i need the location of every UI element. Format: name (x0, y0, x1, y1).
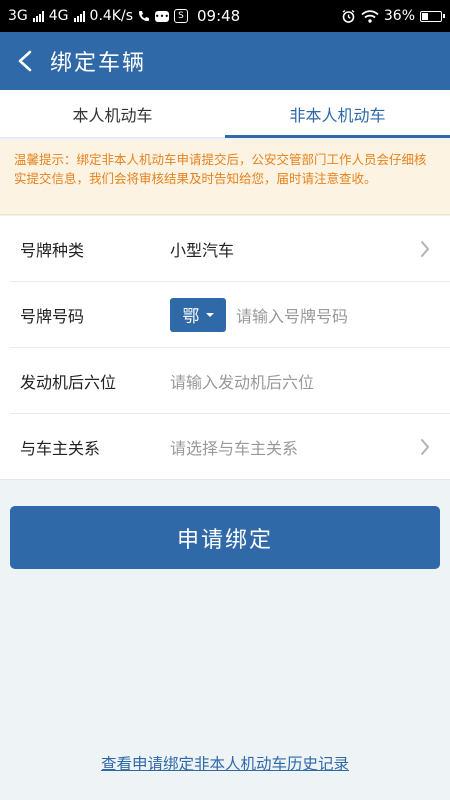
battery-icon (420, 10, 445, 22)
chevron-right-icon (420, 240, 430, 258)
province-value: 鄂 (182, 307, 200, 327)
caret-down-icon (205, 312, 214, 317)
plate-number-row: 号牌号码 鄂 请输入号牌号码 (10, 282, 450, 348)
back-button[interactable] (0, 32, 50, 90)
relation-select: 请选择与车主关系 (170, 438, 299, 458)
engine-label: 发动机后六位 (20, 372, 117, 392)
message-icon: ••• (154, 10, 170, 22)
plate-type-label: 号牌种类 (20, 240, 85, 260)
history-record-link[interactable]: 查看申请绑定非本人机动车历史记录 (0, 752, 450, 774)
phone-icon (138, 10, 150, 22)
status-time: 09:48 (197, 7, 241, 25)
province-select[interactable]: 鄂 (170, 297, 226, 332)
vehicle-form: 号牌种类 小型汽车 号牌号码 鄂 请输入号牌号码 发动机后六位 请输入发动机后六… (0, 216, 450, 480)
tab-own-vehicle[interactable]: 本人机动车 (0, 90, 225, 137)
tab-other-vehicle[interactable]: 非本人机动车 (225, 90, 450, 138)
chevron-right-icon (420, 438, 430, 456)
battery-percent: 36% (383, 8, 415, 24)
plate-number-label: 号牌号码 (20, 306, 85, 326)
alarm-icon (341, 9, 356, 24)
plate-type-value: 小型汽车 (170, 240, 235, 260)
network-type-1: 3G (8, 8, 28, 24)
engine-input[interactable]: 请输入发动机后六位 (170, 369, 314, 393)
status-bar: 3G 4G 0.4K/s ••• S 09:48 36% (0, 0, 450, 32)
warm-tip-notice: 温馨提示：绑定非本人机动车申请提交后，公安交管部门工作人员会仔细核实提交信息，我… (0, 140, 450, 215)
network-type-2: 4G (48, 8, 69, 24)
back-arrow-icon (18, 50, 32, 72)
relation-row[interactable]: 与车主关系 请选择与车主关系 (10, 414, 450, 479)
app-header: 绑定车辆 (0, 32, 450, 90)
plate-type-row[interactable]: 号牌种类 小型汽车 (10, 216, 450, 282)
plate-number-input[interactable]: 请输入号牌号码 (236, 303, 348, 327)
page-title: 绑定车辆 (50, 51, 147, 76)
app-notification-icon: S (174, 9, 188, 23)
signal-icon (73, 10, 85, 22)
signal-icon (32, 10, 44, 22)
engine-row: 发动机后六位 请输入发动机后六位 (10, 348, 450, 414)
wifi-icon (361, 9, 379, 23)
network-speed: 0.4K/s (89, 8, 133, 24)
tab-bar: 本人机动车 非本人机动车 (0, 90, 450, 138)
apply-bind-button[interactable]: 申请绑定 (10, 506, 440, 569)
relation-label: 与车主关系 (20, 438, 101, 458)
